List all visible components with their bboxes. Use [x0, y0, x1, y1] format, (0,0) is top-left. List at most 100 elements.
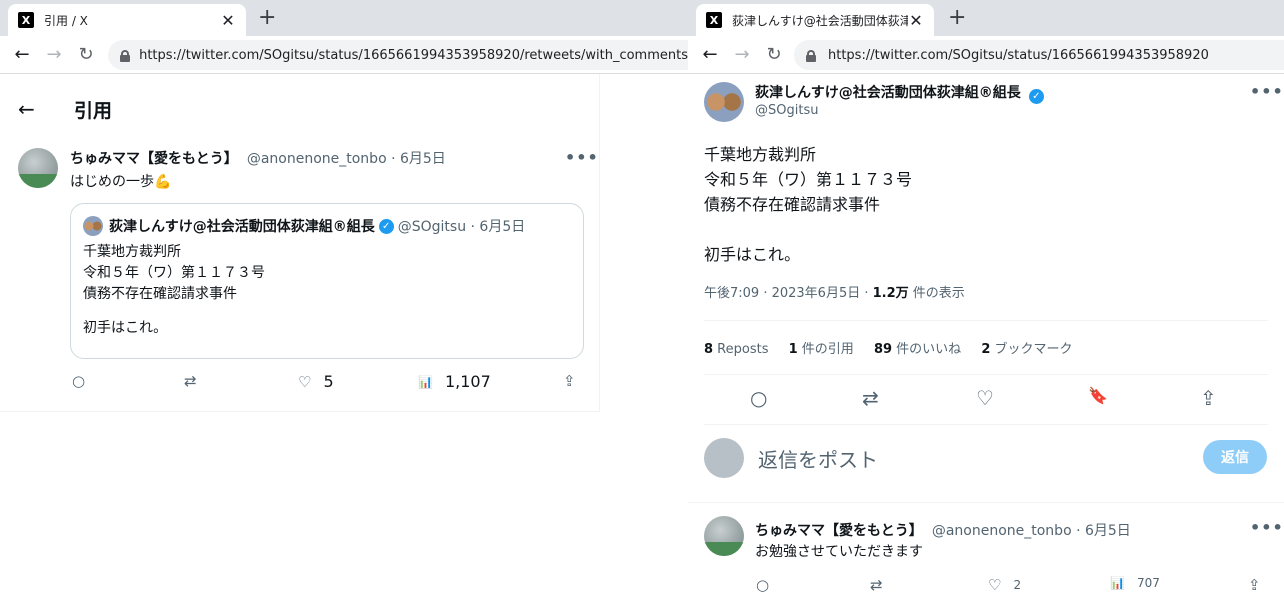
quoted-line: 債務不存在確認請求事件	[83, 286, 237, 302]
address-bar[interactable]: https://twitter.com/SOgitsu/status/16656…	[108, 40, 688, 70]
timestamp[interactable]: 午後7:09 · 2023年6月5日 ·	[704, 286, 873, 301]
avatar[interactable]	[704, 516, 744, 556]
author-name[interactable]: 荻津しんすけ@社会活動団体荻津組®組長	[755, 85, 1021, 101]
share-icon: ⇪	[563, 372, 576, 390]
analytics-icon: 📊	[418, 374, 433, 389]
views-label: 件の表示	[908, 286, 965, 301]
reply-button[interactable]: ○	[750, 386, 767, 410]
share-button[interactable]: ⇪	[563, 372, 588, 390]
reposts-stat[interactable]: 8 Reposts	[704, 342, 768, 357]
analytics-icon: 📊	[1110, 576, 1125, 590]
author-handle[interactable]: @SOgitsu	[755, 103, 818, 118]
reply-button[interactable]: ○	[72, 372, 97, 390]
tab-title: 荻津しんすけ@社会活動団体荻津組	[732, 13, 908, 28]
stat-label: 件の引用	[797, 342, 854, 357]
back-arrow-icon[interactable]: ←	[18, 97, 58, 121]
retweet-icon: ⇄	[870, 576, 883, 594]
browser-window-right: X 荻津しんすけ@社会活動団体荻津組 ✕ + ← → ↻ https://twi…	[688, 0, 1284, 613]
divider	[704, 424, 1268, 425]
heart-icon: ♡	[298, 372, 312, 391]
verified-badge-icon: ✓	[378, 218, 394, 234]
share-button[interactable]: ⇪	[1248, 576, 1273, 594]
forward-button[interactable]: →	[38, 44, 70, 65]
address-bar[interactable]: https://twitter.com/SOgitsu/status/16656…	[794, 40, 1284, 70]
reply-input[interactable]: 返信をポスト	[758, 444, 878, 473]
tweet-line: 令和５年（ワ）第１１７３号	[704, 170, 913, 189]
quoted-handle-date: @SOgitsu · 6月5日	[397, 219, 526, 235]
forward-button[interactable]: →	[726, 44, 758, 65]
tweet-text: 千葉地方裁判所 令和５年（ワ）第１１７３号 債務不存在確認請求事件 初手はこれ。	[704, 142, 912, 267]
avatar[interactable]	[18, 148, 58, 188]
likes-stat[interactable]: 89 件のいいね	[874, 342, 961, 357]
reply-button[interactable]: ○	[756, 576, 781, 594]
quoted-line: 初手はこれ。	[83, 320, 168, 336]
current-user-avatar	[704, 438, 744, 478]
tweet-header: ちゅみママ【愛をもとう】 @anonenone_tonbo · 6月5日	[70, 148, 446, 168]
close-tab-icon[interactable]: ✕	[908, 11, 924, 30]
quotes-page: ← 引用 ちゅみママ【愛をもとう】 @anonenone_tonbo · 6月5…	[0, 74, 600, 412]
bookmarks-stat[interactable]: 2 ブックマーク	[981, 342, 1072, 357]
retweet-button[interactable]: ⇄	[862, 386, 879, 410]
url-text: https://twitter.com/SOgitsu/status/16656…	[139, 47, 688, 63]
stat-number: 8	[704, 342, 714, 357]
display-name[interactable]: ちゅみママ【愛をもとう】	[70, 151, 238, 167]
share-button[interactable]: ⇪	[1200, 386, 1217, 410]
tweet-timestamp-row: 午後7:09 · 2023年6月5日 · 1.2万 件の表示	[704, 282, 965, 301]
divider	[688, 502, 1284, 503]
page-title: 引用	[74, 99, 113, 122]
retweet-button[interactable]: ⇄	[870, 576, 895, 594]
more-icon[interactable]: •••	[565, 148, 599, 167]
quoted-display-name: 荻津しんすけ@社会活動団体荻津組®組長	[109, 219, 375, 235]
quotes-stat[interactable]: 1 件の引用	[789, 342, 854, 357]
back-button[interactable]: ←	[6, 44, 38, 65]
close-tab-icon[interactable]: ✕	[220, 11, 236, 30]
heart-icon: ♡	[988, 576, 1002, 594]
verified-badge-icon: ✓	[1028, 89, 1044, 104]
lock-icon	[120, 49, 131, 62]
quoted-tweet-header: 荻津しんすけ@社会活動団体荻津組®組長 ✓ @SOgitsu · 6月5日	[83, 216, 571, 236]
tab-strip: X 荻津しんすけ@社会活動団体荻津組 ✕ +	[688, 0, 1284, 36]
new-tab-button[interactable]: +	[948, 4, 966, 32]
reload-button[interactable]: ↻	[758, 44, 790, 65]
tab-strip: X 引用 / X ✕ +	[0, 0, 688, 36]
retweet-icon: ⇄	[184, 372, 197, 390]
stat-label: Reposts	[713, 342, 769, 357]
quote-tweet[interactable]: ちゅみママ【愛をもとう】 @anonenone_tonbo · 6月5日 •••…	[0, 144, 600, 412]
tab-quotes[interactable]: X 引用 / X ✕	[8, 4, 246, 36]
like-button[interactable]: ♡	[976, 386, 994, 410]
quoted-tweet-card[interactable]: 荻津しんすけ@社会活動団体荻津組®組長 ✓ @SOgitsu · 6月5日 千葉…	[70, 203, 584, 359]
tweet-stats: 8 Reposts 1 件の引用 89 件のいいね 2 ブックマーク	[704, 338, 1073, 357]
author-avatar[interactable]	[704, 82, 744, 122]
share-icon: ⇪	[1248, 576, 1261, 594]
display-name[interactable]: ちゅみママ【愛をもとう】	[755, 523, 923, 539]
views-count: 1.2万	[872, 286, 909, 301]
reply-submit-button[interactable]: 返信	[1203, 440, 1267, 474]
tab-title: 引用 / X	[44, 13, 88, 28]
x-logo-icon: X	[18, 12, 34, 28]
more-icon[interactable]: •••	[1250, 82, 1284, 101]
back-button[interactable]: ←	[694, 44, 726, 65]
reply-tweet[interactable]: ちゅみママ【愛をもとう】 @anonenone_tonbo · 6月5日 •••…	[688, 504, 1284, 604]
retweet-button[interactable]: ⇄	[184, 372, 209, 390]
bookmark-button[interactable]: 🔖	[1088, 386, 1108, 405]
tweet-line: 初手はこれ。	[704, 245, 801, 264]
tweet-line: 千葉地方裁判所	[704, 145, 817, 164]
stat-label: 件のいいね	[892, 342, 962, 357]
reload-button[interactable]: ↻	[70, 44, 102, 65]
page-header: ← 引用	[0, 74, 599, 144]
tab-tweet[interactable]: X 荻津しんすけ@社会活動団体荻津組 ✕	[696, 4, 934, 36]
stat-number: 1	[788, 342, 798, 357]
more-icon[interactable]: •••	[1250, 518, 1284, 537]
tweet-text: お勉強させていただきます	[755, 544, 923, 560]
tweet-detail-page: 荻津しんすけ@社会活動団体荻津組®組長 ✓ @SOgitsu ••• 千葉地方裁…	[688, 74, 1284, 613]
like-count: 2	[1013, 578, 1022, 592]
views-button[interactable]: 📊 1,107	[418, 372, 491, 391]
like-button[interactable]: ♡ 2	[988, 576, 1021, 594]
reply-icon: ○	[756, 576, 770, 594]
tweet-header: ちゅみママ【愛をもとう】 @anonenone_tonbo · 6月5日	[755, 520, 1131, 540]
views-button[interactable]: 📊 707	[1110, 576, 1160, 590]
handle-date[interactable]: @anonenone_tonbo · 6月5日	[247, 151, 446, 167]
new-tab-button[interactable]: +	[258, 4, 276, 32]
handle-date[interactable]: @anonenone_tonbo · 6月5日	[932, 523, 1131, 539]
like-button[interactable]: ♡ 5	[298, 372, 334, 391]
